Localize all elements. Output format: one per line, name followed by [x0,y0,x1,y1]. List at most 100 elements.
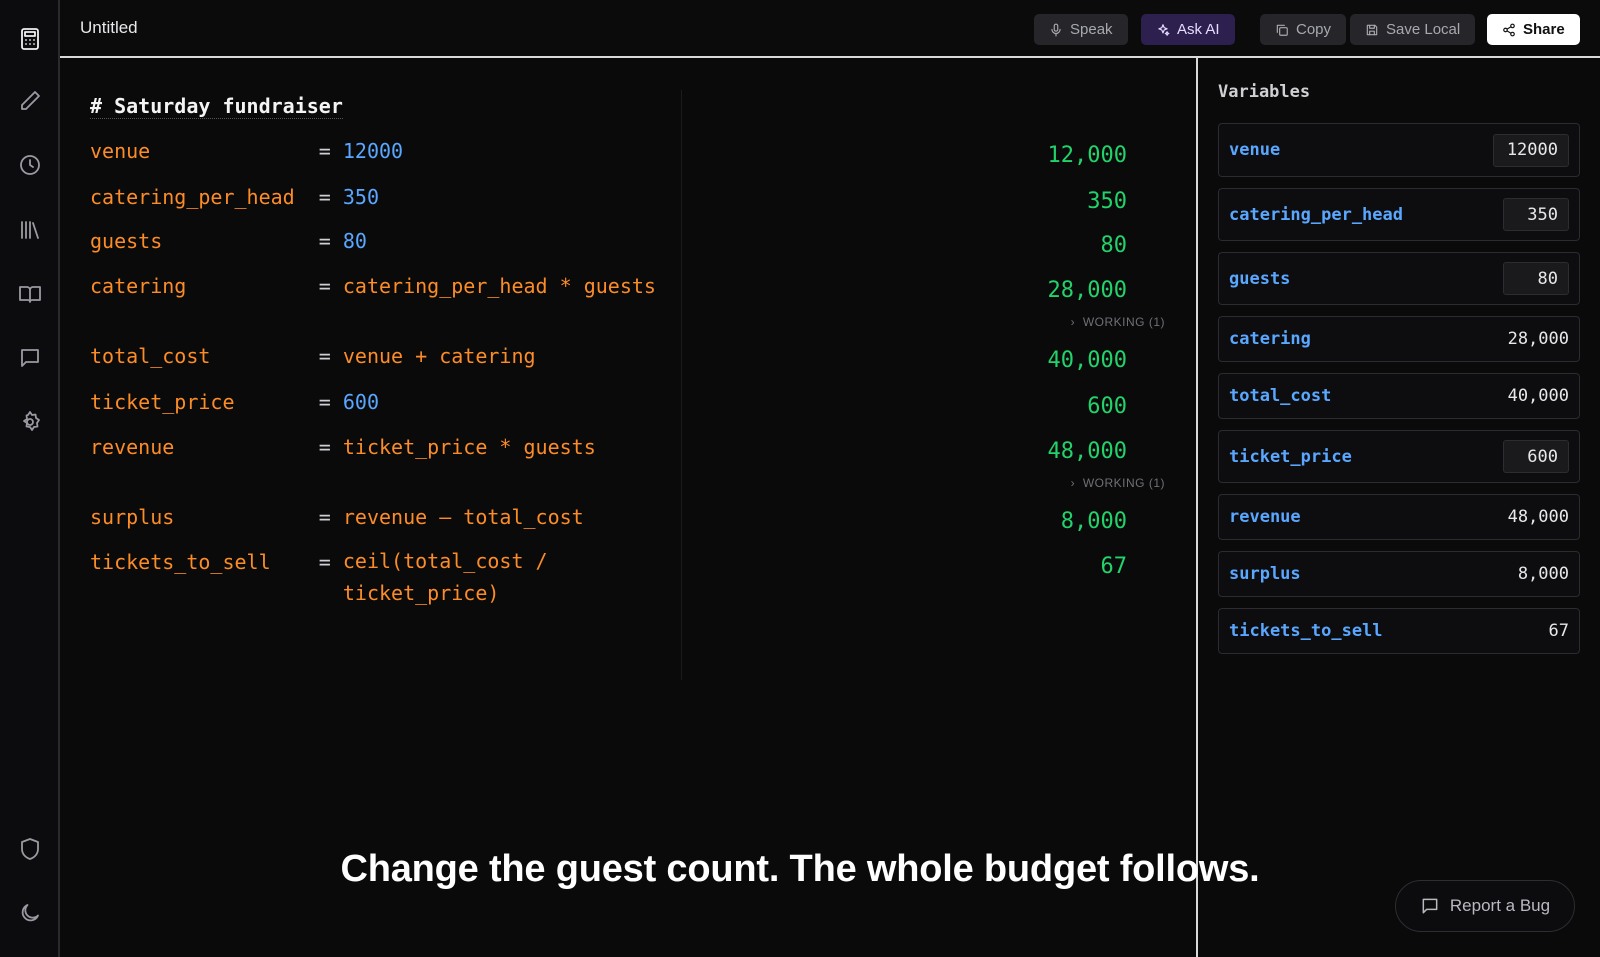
editor-line-guests[interactable]: guests = 80 [90,229,367,253]
editor-line-tickets-to-sell[interactable]: tickets_to_sell = ceil(total_cost / tick… [90,549,553,609]
variable-value: 67 [1548,621,1569,641]
line-result: 80 [1100,233,1128,258]
line-expr: 12000 [342,139,404,163]
line-result: 600 [1087,394,1127,419]
editor-line-revenue[interactable]: revenue = ticket_price * guests [90,435,596,459]
variable-card-total-cost: total_cost 40,000 [1218,373,1580,419]
variable-card-revenue: revenue 48,000 [1218,494,1580,540]
variable-card-tickets-to-sell: tickets_to_sell 67 [1218,608,1580,654]
line-expr: 600 [342,390,380,414]
equals-sign: = [318,550,343,574]
editor-line-surplus[interactable]: surplus = revenue – total_cost [90,505,584,529]
working-toggle[interactable]: › WORKING (1) [1071,476,1165,490]
sidebar-rail [0,0,60,957]
line-expr: 350 [342,185,380,209]
line-expr: revenue – total_cost [342,505,584,529]
line-var: guests [90,229,163,253]
line-var: revenue [90,435,175,459]
book-icon[interactable] [16,280,44,308]
equals-sign: = [318,344,343,368]
save-icon [1366,24,1378,35]
line-result: 40,000 [1047,348,1127,373]
variable-name: catering_per_head [1229,204,1403,225]
variable-value: 40,000 [1507,386,1569,406]
gear-icon[interactable] [16,408,44,436]
calculator-icon[interactable] [16,25,44,53]
editor-line-venue[interactable]: venue = 12000 [90,139,403,163]
line-result: 12,000 [1047,143,1127,168]
copy-icon [1276,24,1288,36]
variable-value: 28,000 [1507,329,1569,349]
line-expr: ticket_price * guests [342,435,596,459]
line-var: total_cost [90,344,211,368]
equals-sign: = [318,435,343,459]
sparkles-icon [1158,23,1170,36]
calculation-editor[interactable]: # Saturday fundraiser venue = 12000 12,0… [60,60,1197,957]
line-var: catering [90,274,187,298]
line-var: venue [90,139,151,163]
ask-ai-button[interactable]: Ask AI [1141,14,1235,45]
line-var: catering_per_head [90,185,295,209]
save-local-button[interactable]: Save Local [1350,14,1476,45]
line-var: ticket_price [90,390,235,414]
equals-sign: = [318,229,343,253]
top-bar: Untitled Speak Ask AI Copy Save Local Sh… [60,0,1600,58]
variable-input[interactable] [1503,440,1569,473]
variable-name: ticket_price [1229,446,1352,467]
editor-line-total-cost[interactable]: total_cost = venue + catering [90,344,536,368]
document-title[interactable]: Untitled [80,18,138,38]
equals-sign: = [318,505,343,529]
variable-name: venue [1229,140,1281,160]
speak-button[interactable]: Speak [1034,14,1128,45]
line-result: 48,000 [1047,439,1127,464]
variable-name: catering [1229,329,1311,349]
variable-card-catering-per-head: catering_per_head [1218,188,1580,241]
chat-bubble-icon [1422,898,1438,914]
line-expr: catering_per_head * guests [342,274,656,298]
moon-icon[interactable] [16,899,44,927]
save-local-label: Save Local [1386,21,1461,38]
share-button[interactable]: Share [1487,14,1580,45]
variable-input[interactable] [1503,198,1569,231]
share-icon [1503,23,1515,36]
equals-sign: = [318,390,343,414]
variables-title: Variables [1218,82,1311,102]
line-result: 8,000 [1060,509,1127,534]
copy-label: Copy [1296,21,1332,38]
chat-icon[interactable] [16,344,44,372]
working-toggle[interactable]: › WORKING (1) [1071,315,1165,329]
working-label: WORKING (1) [1082,315,1165,329]
variable-card-ticket-price: ticket_price [1218,430,1580,483]
variable-name: guests [1229,268,1291,289]
variable-value: 48,000 [1507,507,1569,527]
line-var: surplus [90,505,175,529]
pencil-icon[interactable] [16,87,44,115]
variable-name: tickets_to_sell [1229,621,1383,641]
equals-sign: = [318,139,343,163]
line-result: 350 [1087,189,1127,214]
caption-text: Change the guest count. The whole budget… [340,848,1260,890]
microphone-icon [1051,23,1061,36]
line-expr: venue + catering [342,344,536,368]
editor-line-catering[interactable]: catering = catering_per_head * guests [90,274,656,298]
editor-line-ticket-price[interactable]: ticket_price = 600 [90,390,379,414]
editor-line-catering-per-head[interactable]: catering_per_head = 350 [90,185,379,209]
variable-value: 8,000 [1517,564,1569,584]
share-label: Share [1523,21,1565,38]
variable-card-venue: venue [1218,123,1580,177]
ask-ai-label: Ask AI [1177,21,1220,38]
variable-name: surplus [1229,564,1301,584]
line-expr-wrapped: ceil(total_cost / ticket_price) [342,549,548,605]
clock-icon[interactable] [16,151,44,179]
equals-sign: = [318,274,343,298]
library-icon[interactable] [16,216,44,244]
variable-input[interactable] [1503,262,1569,295]
report-bug-label: Report a Bug [1449,896,1551,915]
variable-card-surplus: surplus 8,000 [1218,551,1580,597]
report-bug-button[interactable]: Report a Bug [1395,880,1575,932]
variable-card-catering: catering 28,000 [1218,316,1580,362]
line-result: 67 [1100,554,1128,579]
speak-label: Speak [1070,21,1113,38]
variable-input[interactable] [1493,133,1569,167]
copy-button[interactable]: Copy [1260,14,1347,45]
